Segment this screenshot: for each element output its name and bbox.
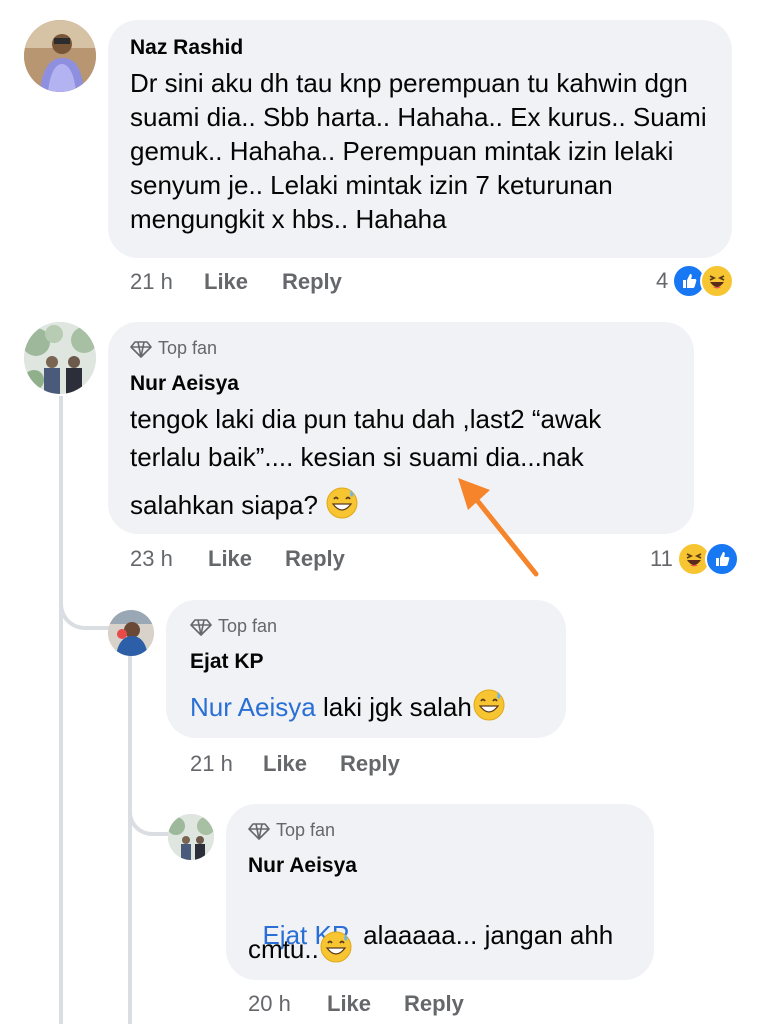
comment-text: Dr sini aku dh tau knp perempuan tu kahw… (130, 68, 707, 234)
comment-text: cmtu.. (248, 933, 319, 964)
sweat-smile-emoji-icon (325, 486, 359, 528)
comment-text-line: salahkan siapa? (130, 486, 359, 528)
like-button[interactable]: Like (208, 546, 252, 572)
badge-label: Top fan (158, 338, 218, 358)
reply-label: Reply (285, 546, 345, 571)
comment-author[interactable]: Ejat KP (190, 650, 264, 674)
thread-line-reply (128, 656, 132, 1024)
comment-text-line: cmtu.. (248, 930, 353, 972)
comment-text-line: terlalu baik”.... kesian si suami dia...… (130, 442, 584, 472)
diamond-icon (248, 822, 270, 840)
comment-text-line: tengok laki dia pun tahu dah ,last2 “awa… (130, 404, 602, 434)
thread-line-main (59, 396, 63, 1024)
top-fan-badge: Top fan (248, 820, 335, 841)
comment-time[interactable]: 20 h (248, 991, 291, 1017)
badge-label: Top fan (276, 820, 336, 840)
comment-author[interactable]: Nur Aeisya (248, 854, 357, 878)
comment-time[interactable]: 21 h (190, 751, 233, 777)
like-label: Like (327, 991, 372, 1016)
comment-time[interactable]: 23 h (130, 546, 173, 572)
like-label: Like (204, 269, 249, 294)
like-button[interactable]: Like (263, 751, 307, 777)
comment-text: laki jgk salah (315, 691, 472, 722)
top-fan-badge: Top fan (190, 616, 277, 637)
avatar[interactable] (24, 322, 96, 394)
thread-branch-2 (128, 800, 170, 836)
diamond-icon (190, 618, 212, 636)
sweat-smile-emoji-icon (472, 688, 506, 730)
top-fan-badge: Top fan (130, 338, 217, 359)
haha-icon (700, 264, 735, 298)
comment-text-line: Nur Aeisya laki jgk salah (190, 688, 506, 730)
reaction-summary[interactable]: 4 (656, 264, 735, 298)
like-label: Like (263, 751, 308, 776)
avatar[interactable] (168, 814, 214, 860)
thread-branch-1 (59, 596, 109, 630)
reaction-count: 4 (656, 268, 669, 293)
reply-label: Reply (404, 991, 464, 1016)
avatar[interactable] (24, 20, 96, 92)
comment-text: alaaaaa... jangan ahh (348, 920, 614, 950)
reaction-count: 11 (650, 546, 673, 571)
reply-label: Reply (340, 751, 400, 776)
badge-label: Top fan (218, 616, 278, 636)
comment-author[interactable]: Naz Rashid (130, 36, 243, 60)
reply-label: Reply (282, 269, 342, 294)
reply-button[interactable]: Reply (282, 269, 342, 295)
comment-author[interactable]: Nur Aeisya (130, 372, 239, 396)
sweat-smile-emoji-icon (319, 930, 353, 972)
reply-button[interactable]: Reply (404, 991, 464, 1017)
like-icon (704, 542, 739, 576)
avatar[interactable] (108, 610, 154, 656)
arrow-annotation-icon (458, 478, 539, 577)
comment-text: salahkan siapa? (130, 489, 318, 520)
reply-button[interactable]: Reply (340, 751, 400, 777)
like-button[interactable]: Like (204, 269, 248, 295)
like-label: Like (208, 546, 253, 571)
comment-time[interactable]: 21 h (130, 269, 173, 295)
mention-link[interactable]: Nur Aeisya (190, 692, 316, 722)
reaction-summary[interactable]: 11 (650, 542, 739, 576)
reply-button[interactable]: Reply (285, 546, 345, 572)
diamond-icon (130, 340, 152, 358)
like-button[interactable]: Like (327, 991, 371, 1017)
